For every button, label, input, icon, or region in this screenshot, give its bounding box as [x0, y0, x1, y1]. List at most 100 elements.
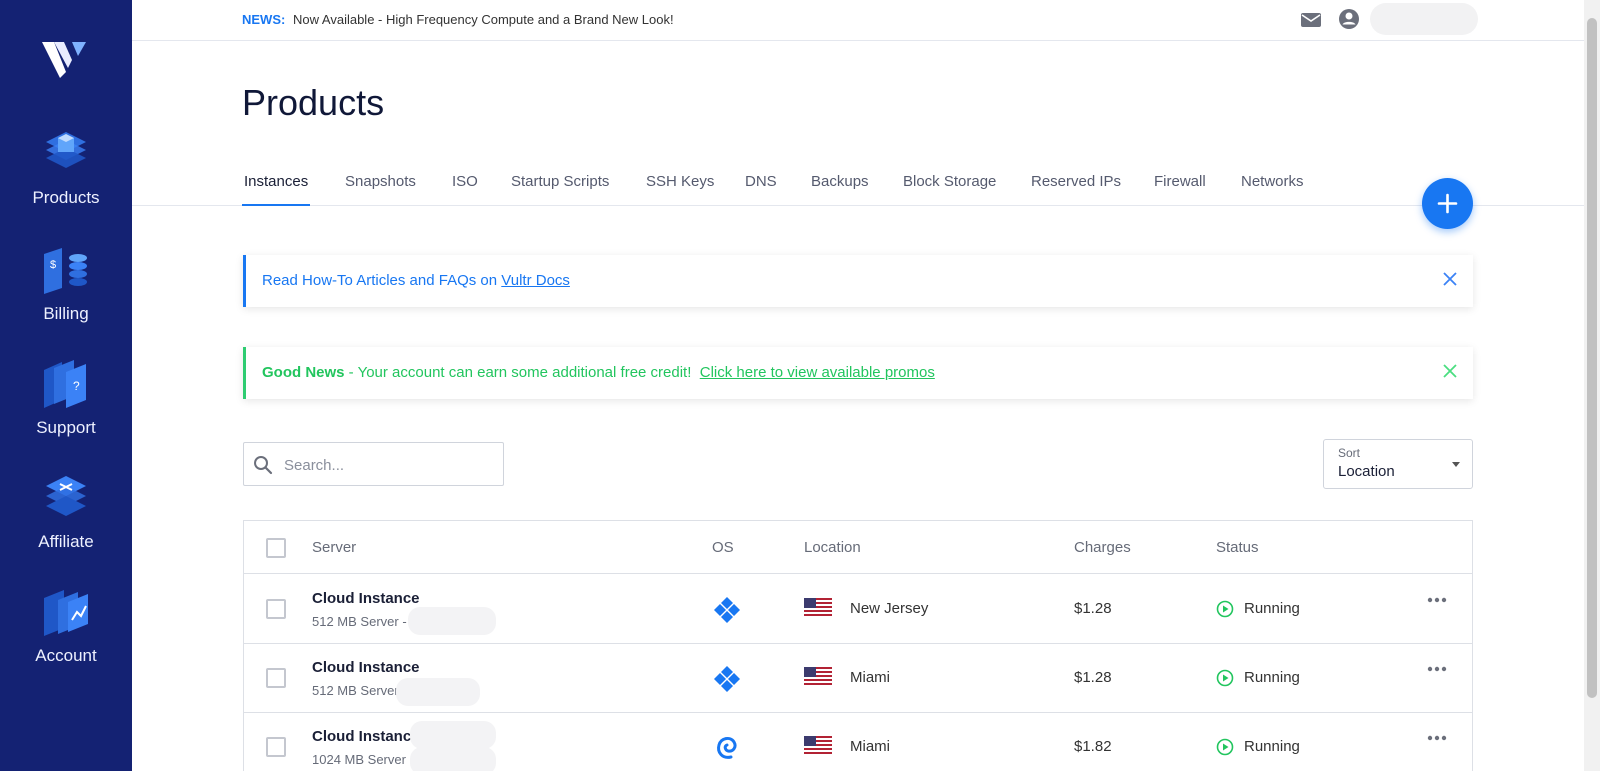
search-box[interactable]	[243, 442, 504, 486]
column-header-server[interactable]: Server	[312, 539, 356, 556]
tab-networks[interactable]: Networks	[1241, 173, 1304, 190]
top-bar: NEWS: Now Available - High Frequency Com…	[132, 0, 1584, 41]
more-options-icon[interactable]	[1426, 664, 1448, 674]
mail-icon[interactable]	[1300, 10, 1322, 30]
affiliate-icon	[46, 476, 86, 516]
promo-alert: Good News - Your account can earn some a…	[243, 347, 1473, 399]
tab-backups[interactable]: Backups	[811, 173, 869, 190]
sidebar-item-support[interactable]: ? Support	[0, 358, 132, 458]
server-charges: $1.28	[1074, 669, 1112, 686]
running-status-icon	[1216, 600, 1234, 618]
svg-text:?: ?	[73, 379, 80, 393]
sort-label: Sort	[1338, 446, 1361, 460]
running-status-icon	[1216, 738, 1234, 756]
docs-alert-text: Read How-To Articles and FAQs on Vultr D…	[262, 272, 570, 289]
vultr-logo[interactable]	[42, 36, 86, 78]
chevron-down-icon	[1452, 462, 1460, 467]
account-icon	[44, 590, 88, 636]
column-header-os[interactable]: OS	[712, 539, 734, 556]
table-header: Server OS Location Charges Status	[244, 521, 1472, 574]
tab-ssh-keys[interactable]: SSH Keys	[646, 173, 714, 190]
tab-dns[interactable]: DNS	[745, 173, 777, 190]
docs-alert-message: Read How-To Articles and FAQs on	[262, 272, 502, 289]
docs-alert: Read How-To Articles and FAQs on Vultr D…	[243, 255, 1473, 307]
server-description: 1024 MB Server -	[312, 752, 414, 767]
table-row[interactable]: Cloud Instance 1024 MB Server - Miami $1…	[244, 713, 1472, 771]
sort-select[interactable]: Sort Location	[1323, 439, 1473, 489]
svg-text:$: $	[50, 259, 56, 271]
tab-startup-scripts[interactable]: Startup Scripts	[511, 173, 609, 190]
redacted-hostname	[396, 678, 480, 706]
running-status-icon	[1216, 669, 1234, 687]
sidebar-item-label: Products	[32, 188, 100, 207]
page-title: Products	[242, 82, 385, 123]
more-options-icon[interactable]	[1426, 595, 1448, 605]
search-input[interactable]	[284, 451, 494, 479]
vultr-docs-link[interactable]: Vultr Docs	[501, 272, 570, 289]
server-charges: $1.82	[1074, 738, 1112, 755]
promo-alert-message: - Your account can earn some additional …	[344, 364, 700, 381]
promo-alert-text: Good News - Your account can earn some a…	[262, 364, 935, 381]
server-description: 512 MB Server -	[312, 614, 407, 629]
us-flag-icon	[804, 667, 832, 687]
select-all-checkbox[interactable]	[266, 538, 286, 558]
server-location: Miami	[850, 738, 890, 755]
tab-firewall[interactable]: Firewall	[1154, 173, 1206, 190]
instances-table: Server OS Location Charges Status Cloud …	[243, 520, 1473, 771]
tab-bar: Instances Snapshots ISO Startup Scripts …	[132, 160, 1584, 206]
server-description: 512 MB Server	[312, 683, 399, 698]
table-row[interactable]: Cloud Instance 512 MB Server - New Jerse…	[244, 575, 1472, 644]
sidebar-item-account[interactable]: Account	[0, 586, 132, 686]
row-checkbox[interactable]	[266, 668, 286, 688]
sidebar: Products $ Billing ? Support Affiliate A…	[0, 0, 132, 771]
redacted-hostname	[410, 721, 496, 749]
server-name[interactable]: Cloud Instance	[312, 590, 420, 607]
user-icon[interactable]	[1338, 8, 1360, 30]
billing-icon: $	[44, 248, 87, 294]
column-header-charges[interactable]: Charges	[1074, 539, 1131, 556]
close-icon[interactable]	[1441, 270, 1459, 288]
news-label: NEWS:	[242, 12, 286, 27]
tab-block-storage[interactable]: Block Storage	[903, 173, 996, 190]
page-scrollbar[interactable]	[1584, 0, 1600, 771]
server-status: Running	[1244, 600, 1300, 617]
sidebar-item-affiliate[interactable]: Affiliate	[0, 472, 132, 572]
tab-snapshots[interactable]: Snapshots	[345, 173, 416, 190]
tab-instances[interactable]: Instances	[244, 173, 308, 190]
sidebar-item-label: Affiliate	[38, 532, 94, 551]
table-row[interactable]: Cloud Instance 512 MB Server Miami $1.28…	[244, 644, 1472, 713]
row-checkbox[interactable]	[266, 737, 286, 757]
promos-link[interactable]: Click here to view available promos	[700, 364, 935, 381]
server-charges: $1.28	[1074, 600, 1112, 617]
sidebar-item-label: Account	[35, 646, 97, 665]
promo-alert-title: Good News	[262, 364, 345, 381]
tab-reserved-ips[interactable]: Reserved IPs	[1031, 173, 1121, 190]
products-icon	[46, 132, 86, 168]
user-menu[interactable]	[1370, 3, 1478, 35]
support-icon: ?	[44, 360, 86, 408]
sidebar-item-billing[interactable]: $ Billing	[0, 244, 132, 344]
redacted-hostname	[408, 607, 496, 635]
server-name[interactable]: Cloud Instance	[312, 728, 420, 745]
sort-value: Location	[1338, 463, 1395, 480]
add-button[interactable]	[1422, 178, 1473, 229]
server-status: Running	[1244, 738, 1300, 755]
sidebar-item-products[interactable]: Products	[0, 128, 132, 228]
news-text[interactable]: Now Available - High Frequency Compute a…	[293, 12, 674, 27]
scrollbar-thumb[interactable]	[1587, 18, 1597, 698]
more-options-icon[interactable]	[1426, 733, 1448, 743]
sidebar-item-label: Billing	[43, 304, 89, 323]
vultr-os-icon	[714, 666, 740, 692]
server-name[interactable]: Cloud Instance	[312, 659, 420, 676]
tab-iso[interactable]: ISO	[452, 173, 478, 190]
us-flag-icon	[804, 598, 832, 618]
search-icon	[254, 456, 273, 475]
debian-icon	[717, 736, 737, 759]
close-icon[interactable]	[1441, 362, 1459, 380]
row-checkbox[interactable]	[266, 599, 286, 619]
vultr-os-icon	[714, 597, 740, 623]
sidebar-item-label: Support	[36, 418, 96, 437]
active-tab-indicator	[242, 204, 310, 206]
column-header-location[interactable]: Location	[804, 539, 861, 556]
column-header-status[interactable]: Status	[1216, 539, 1259, 556]
